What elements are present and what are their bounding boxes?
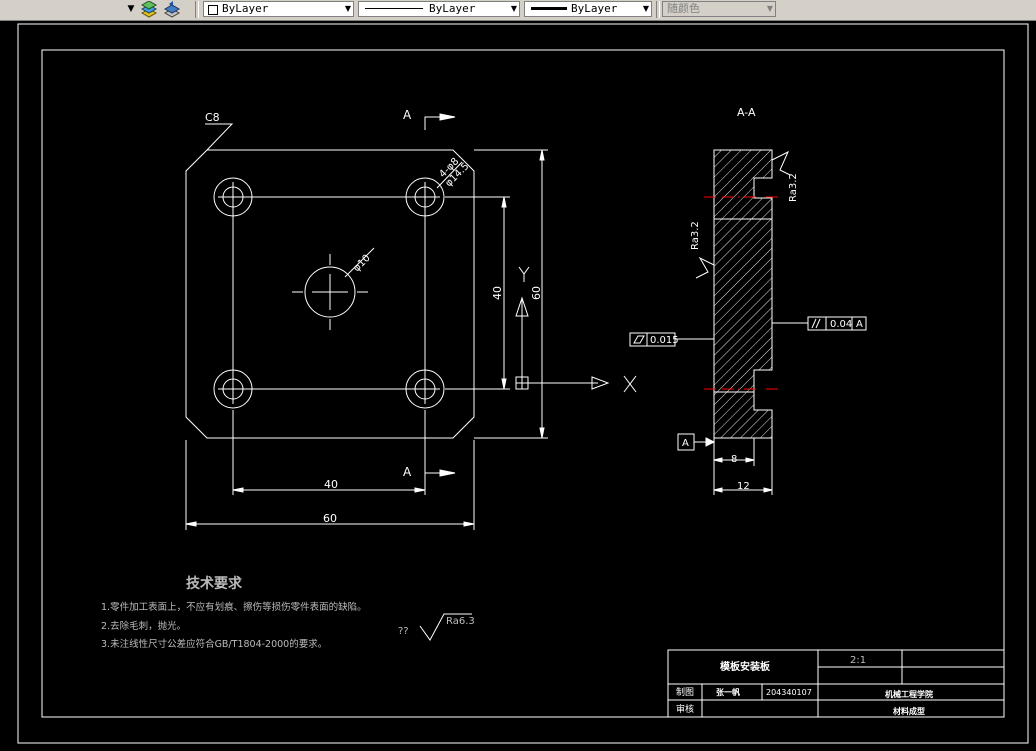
drawing-svg[interactable]: C8 A A 4-φ8 φ14.5 φ10 40 60 40 60 A-A Ra… bbox=[0, 20, 1036, 746]
chevron-down-icon[interactable]: ▼ bbox=[345, 2, 351, 16]
color-combo-value: ByLayer bbox=[222, 2, 269, 15]
section-marker-bottom: A bbox=[403, 465, 412, 479]
chamfer-label: C8 bbox=[205, 111, 220, 124]
major-name: 材料成型 bbox=[893, 706, 925, 716]
review-label: 审核 bbox=[676, 703, 694, 715]
section-title: A-A bbox=[737, 106, 756, 119]
dropdown-arrow-icon[interactable]: ▼ bbox=[124, 2, 138, 16]
default-roughness-label: Ra6.3 bbox=[446, 616, 475, 627]
drawing-number: 204340107 bbox=[766, 688, 812, 697]
lineweight-combo[interactable]: ByLayer ▼ bbox=[524, 1, 652, 17]
dim-40-horizontal: 40 bbox=[324, 478, 338, 491]
ucs-y-label bbox=[518, 266, 530, 282]
bolt-pattern-square bbox=[232, 196, 426, 390]
layer-previous-icon[interactable] bbox=[163, 1, 181, 18]
linetype-combo[interactable]: ByLayer ▼ bbox=[358, 1, 520, 17]
lineweight-preview bbox=[531, 7, 567, 10]
roughness-left-label: Ra3.2 bbox=[690, 221, 701, 250]
drawn-name: 张一帆 bbox=[716, 687, 740, 697]
center-hole-label: φ10 bbox=[351, 253, 372, 274]
dim-12: 12 bbox=[737, 481, 750, 492]
roughness-right-label: Ra3.2 bbox=[788, 173, 799, 202]
drawing-canvas[interactable]: C8 A A 4-φ8 φ14.5 φ10 40 60 40 60 A-A Ra… bbox=[0, 20, 1036, 746]
parallelism-value: 0.04 bbox=[830, 319, 852, 330]
toolbar-separator bbox=[656, 1, 660, 18]
chevron-down-icon: ▼ bbox=[766, 4, 773, 13]
flatness-value: 0.015 bbox=[650, 335, 679, 346]
section-marker-top: A bbox=[403, 108, 412, 122]
school-name: 机械工程学院 bbox=[885, 689, 933, 699]
dim-40-vertical: 40 bbox=[491, 286, 504, 300]
plotstyle-combo: 随颜色 ▼ bbox=[662, 1, 776, 17]
dim-60-horizontal: 60 bbox=[323, 512, 337, 525]
tech-note-1: 1.零件加工表面上，不应有划痕、擦伤等损伤零件表面的缺陷。 bbox=[101, 601, 367, 613]
linetype-combo-value: ByLayer bbox=[429, 2, 476, 15]
tech-note-3: 3.未注线性尺寸公差应符合GB/T1804-2000的要求。 bbox=[101, 638, 327, 650]
chevron-down-icon[interactable]: ▼ bbox=[511, 2, 517, 16]
lineweight-combo-value: ByLayer bbox=[571, 2, 618, 15]
chevron-down-icon[interactable]: ▼ bbox=[643, 2, 649, 16]
tech-note-2: 2.去除毛刺，抛光。 bbox=[101, 620, 186, 632]
part-name: 模板安装板 bbox=[720, 660, 771, 673]
parallelism-datum: A bbox=[856, 319, 863, 330]
section-top bbox=[713, 149, 773, 220]
scale-value: 2:1 bbox=[850, 655, 866, 666]
tech-requirements-title: 技术要求 bbox=[186, 575, 243, 592]
color-combo[interactable]: ByLayer ▼ bbox=[203, 1, 354, 17]
linetype-preview bbox=[365, 8, 423, 9]
plotstyle-combo-value: 随颜色 bbox=[667, 2, 700, 15]
color-swatch-icon bbox=[208, 5, 218, 15]
chamfer-leader bbox=[205, 123, 234, 151]
default-roughness-prefix: ?? bbox=[398, 626, 409, 637]
dim-60-vertical: 60 bbox=[530, 286, 543, 300]
datum-label: A bbox=[682, 438, 689, 449]
layer-properties-icon[interactable] bbox=[140, 0, 158, 18]
ucs-x-label bbox=[623, 375, 637, 393]
drawn-label: 制图 bbox=[676, 686, 694, 698]
toolbar-separator bbox=[195, 1, 199, 18]
properties-toolbar: ▼ ByLayer ▼ ByLayer ▼ ByLayer ▼ 随颜色 ▼ bbox=[0, 0, 1036, 21]
dim-8: 8 bbox=[731, 454, 737, 465]
